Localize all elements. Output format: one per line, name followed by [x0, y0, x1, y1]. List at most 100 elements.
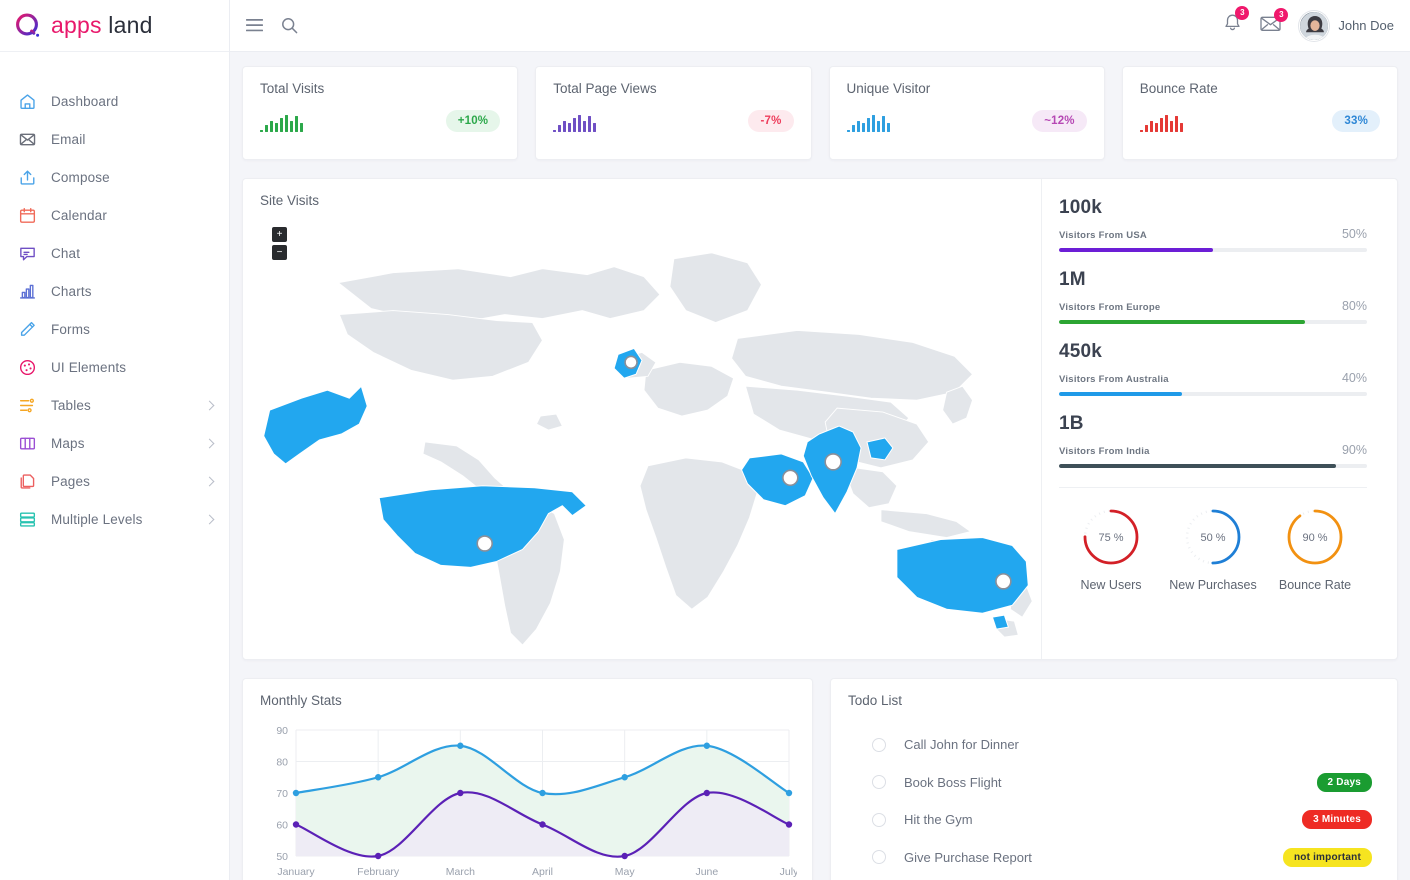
- progress-bar-fill: [1059, 392, 1182, 396]
- map-zoom-out-button[interactable]: −: [272, 245, 287, 260]
- sidebar-item-compose[interactable]: Compose: [0, 158, 229, 196]
- chevron-right-icon: [205, 476, 215, 486]
- user-menu[interactable]: John Doe: [1299, 11, 1394, 41]
- donut-chart-icon: 75 %: [1080, 506, 1142, 568]
- progress-bar: [1059, 392, 1367, 396]
- map-marker-australia: [996, 574, 1011, 589]
- todo-item[interactable]: Call John for Dinner: [848, 726, 1380, 764]
- messages-button[interactable]: 3: [1260, 15, 1281, 37]
- sidebar-item-ui-elements[interactable]: UI Elements: [0, 348, 229, 386]
- todo-item[interactable]: Hit the Gym3 Minutes: [848, 801, 1380, 839]
- chevron-right-icon: [205, 514, 215, 524]
- brand-logo[interactable]: apps land: [0, 0, 229, 52]
- svg-text:75 %: 75 %: [1098, 532, 1123, 544]
- data-point: [786, 821, 792, 827]
- todo-item[interactable]: Book Boss Flight2 Days: [848, 764, 1380, 802]
- stat-card-title: Unique Visitor: [847, 81, 1087, 96]
- sidebar-item-label: Pages: [51, 474, 90, 489]
- content-scroll: Total Visits +10% Total Page Views -7% U…: [230, 52, 1410, 880]
- world-map[interactable]: [243, 211, 1041, 659]
- map-region-alaska: [264, 386, 368, 464]
- map-zoom-in-button[interactable]: +: [272, 227, 287, 242]
- sidebar-item-pages[interactable]: Pages: [0, 462, 229, 500]
- visitor-percent: 40%: [1342, 371, 1367, 385]
- visitor-stat-visitors-from-australia: 450k Visitors From Australia 40%: [1059, 341, 1367, 396]
- sidebar-item-maps[interactable]: Maps: [0, 424, 229, 462]
- data-point: [293, 790, 299, 796]
- sparkline-bar-chart-icon: [260, 109, 303, 132]
- brand-text-secondary: land: [108, 12, 152, 38]
- y-axis-tick-label: 50: [276, 851, 288, 863]
- stat-card-title: Bounce Rate: [1140, 81, 1380, 96]
- stat-card-bounce-rate: Bounce Rate 33%: [1122, 66, 1398, 160]
- visitor-stat-visitors-from-usa: 100k Visitors From USA 50%: [1059, 197, 1367, 252]
- sidebar-item-charts[interactable]: Charts: [0, 272, 229, 310]
- sparkline-bar-chart-icon: [1140, 109, 1183, 132]
- donut-label: Bounce Rate: [1265, 578, 1365, 592]
- visitor-count: 450k: [1059, 341, 1367, 363]
- sidebar-item-multiple-levels[interactable]: Multiple Levels: [0, 500, 229, 538]
- home-icon: [18, 92, 37, 111]
- envelope-icon: [18, 130, 37, 149]
- todo-checkbox[interactable]: [872, 850, 886, 864]
- todo-checkbox[interactable]: [872, 738, 886, 752]
- calendar-icon: [18, 206, 37, 225]
- todo-status-badge: 2 Days: [1317, 773, 1372, 792]
- sidebar-item-label: Chat: [51, 246, 80, 261]
- todo-status-badge: 3 Minutes: [1302, 810, 1372, 829]
- map-marker-saudi-arabia: [783, 470, 798, 485]
- sidebar-nav: DashboardEmailComposeCalendar Chat Charts F…: [0, 52, 229, 538]
- data-point: [539, 790, 545, 796]
- progress-bar-fill: [1059, 464, 1336, 468]
- visitor-stats-column: 100k Visitors From USA 50% 1M Visitors F…: [1041, 179, 1397, 659]
- sidebar-item-email[interactable]: Email: [0, 120, 229, 158]
- topbar: 3 3 John Doe: [230, 0, 1410, 52]
- notifications-button[interactable]: 3: [1223, 13, 1242, 38]
- map-marker-uk: [625, 356, 637, 368]
- user-name-label: John Doe: [1338, 18, 1394, 33]
- search-icon[interactable]: [281, 17, 298, 34]
- x-axis-tick-label: July: [780, 866, 797, 878]
- sparkline-bar-chart-icon: [553, 109, 596, 132]
- sparkline-bar-chart-icon: [847, 109, 890, 132]
- todo-status-badge: not important: [1283, 848, 1372, 867]
- site-visits-panel: Site Visits + −: [242, 178, 1398, 660]
- chat-bubble-icon: [18, 244, 37, 263]
- visitor-label: Visitors From Australia: [1059, 374, 1169, 385]
- data-point: [375, 853, 381, 859]
- sidebar-item-forms[interactable]: Forms: [0, 310, 229, 348]
- sidebar-item-chat[interactable]: Chat: [0, 234, 229, 272]
- data-point: [621, 853, 627, 859]
- sidebar-item-tables[interactable]: Tables: [0, 386, 229, 424]
- share-upload-icon: [18, 168, 37, 187]
- sidebar-item-calendar[interactable]: Calendar: [0, 196, 229, 234]
- pencil-icon: [18, 320, 37, 339]
- todo-checkbox[interactable]: [872, 775, 886, 789]
- map-marker-india: [825, 454, 841, 470]
- todo-item[interactable]: [848, 876, 1380, 880]
- todo-checkbox[interactable]: [872, 813, 886, 827]
- data-point: [457, 743, 463, 749]
- donut-gauge-new-purchases: 50 % New Purchases: [1163, 506, 1263, 592]
- visitor-percent: 50%: [1342, 227, 1367, 241]
- y-axis-tick-label: 90: [276, 725, 288, 737]
- donut-gauge-row: 75 % New Users 50 % New Purchases 90 % B…: [1059, 488, 1367, 592]
- sidebar-item-label: UI Elements: [51, 360, 126, 375]
- sidebar-item-label: Forms: [51, 322, 90, 337]
- monthly-stats-card: Monthly Stats 5060708090JanuaryFebruaryM…: [242, 678, 813, 880]
- donut-chart-icon: 50 %: [1182, 506, 1244, 568]
- visitor-count: 1B: [1059, 413, 1367, 435]
- todo-item[interactable]: Give Purchase Reportnot important: [848, 839, 1380, 877]
- chevron-right-icon: [205, 438, 215, 448]
- x-axis-tick-label: May: [615, 866, 636, 878]
- visitor-count: 1M: [1059, 269, 1367, 291]
- data-point: [704, 790, 710, 796]
- hamburger-menu-icon[interactable]: [246, 19, 263, 32]
- visitor-label: Visitors From USA: [1059, 230, 1147, 241]
- y-axis-tick-label: 80: [276, 757, 288, 769]
- x-axis-tick-label: April: [532, 866, 553, 878]
- map-column: Site Visits + −: [243, 179, 1041, 659]
- bar-chart-icon: [18, 282, 37, 301]
- sidebar-item-dashboard[interactable]: Dashboard: [0, 82, 229, 120]
- data-point: [457, 790, 463, 796]
